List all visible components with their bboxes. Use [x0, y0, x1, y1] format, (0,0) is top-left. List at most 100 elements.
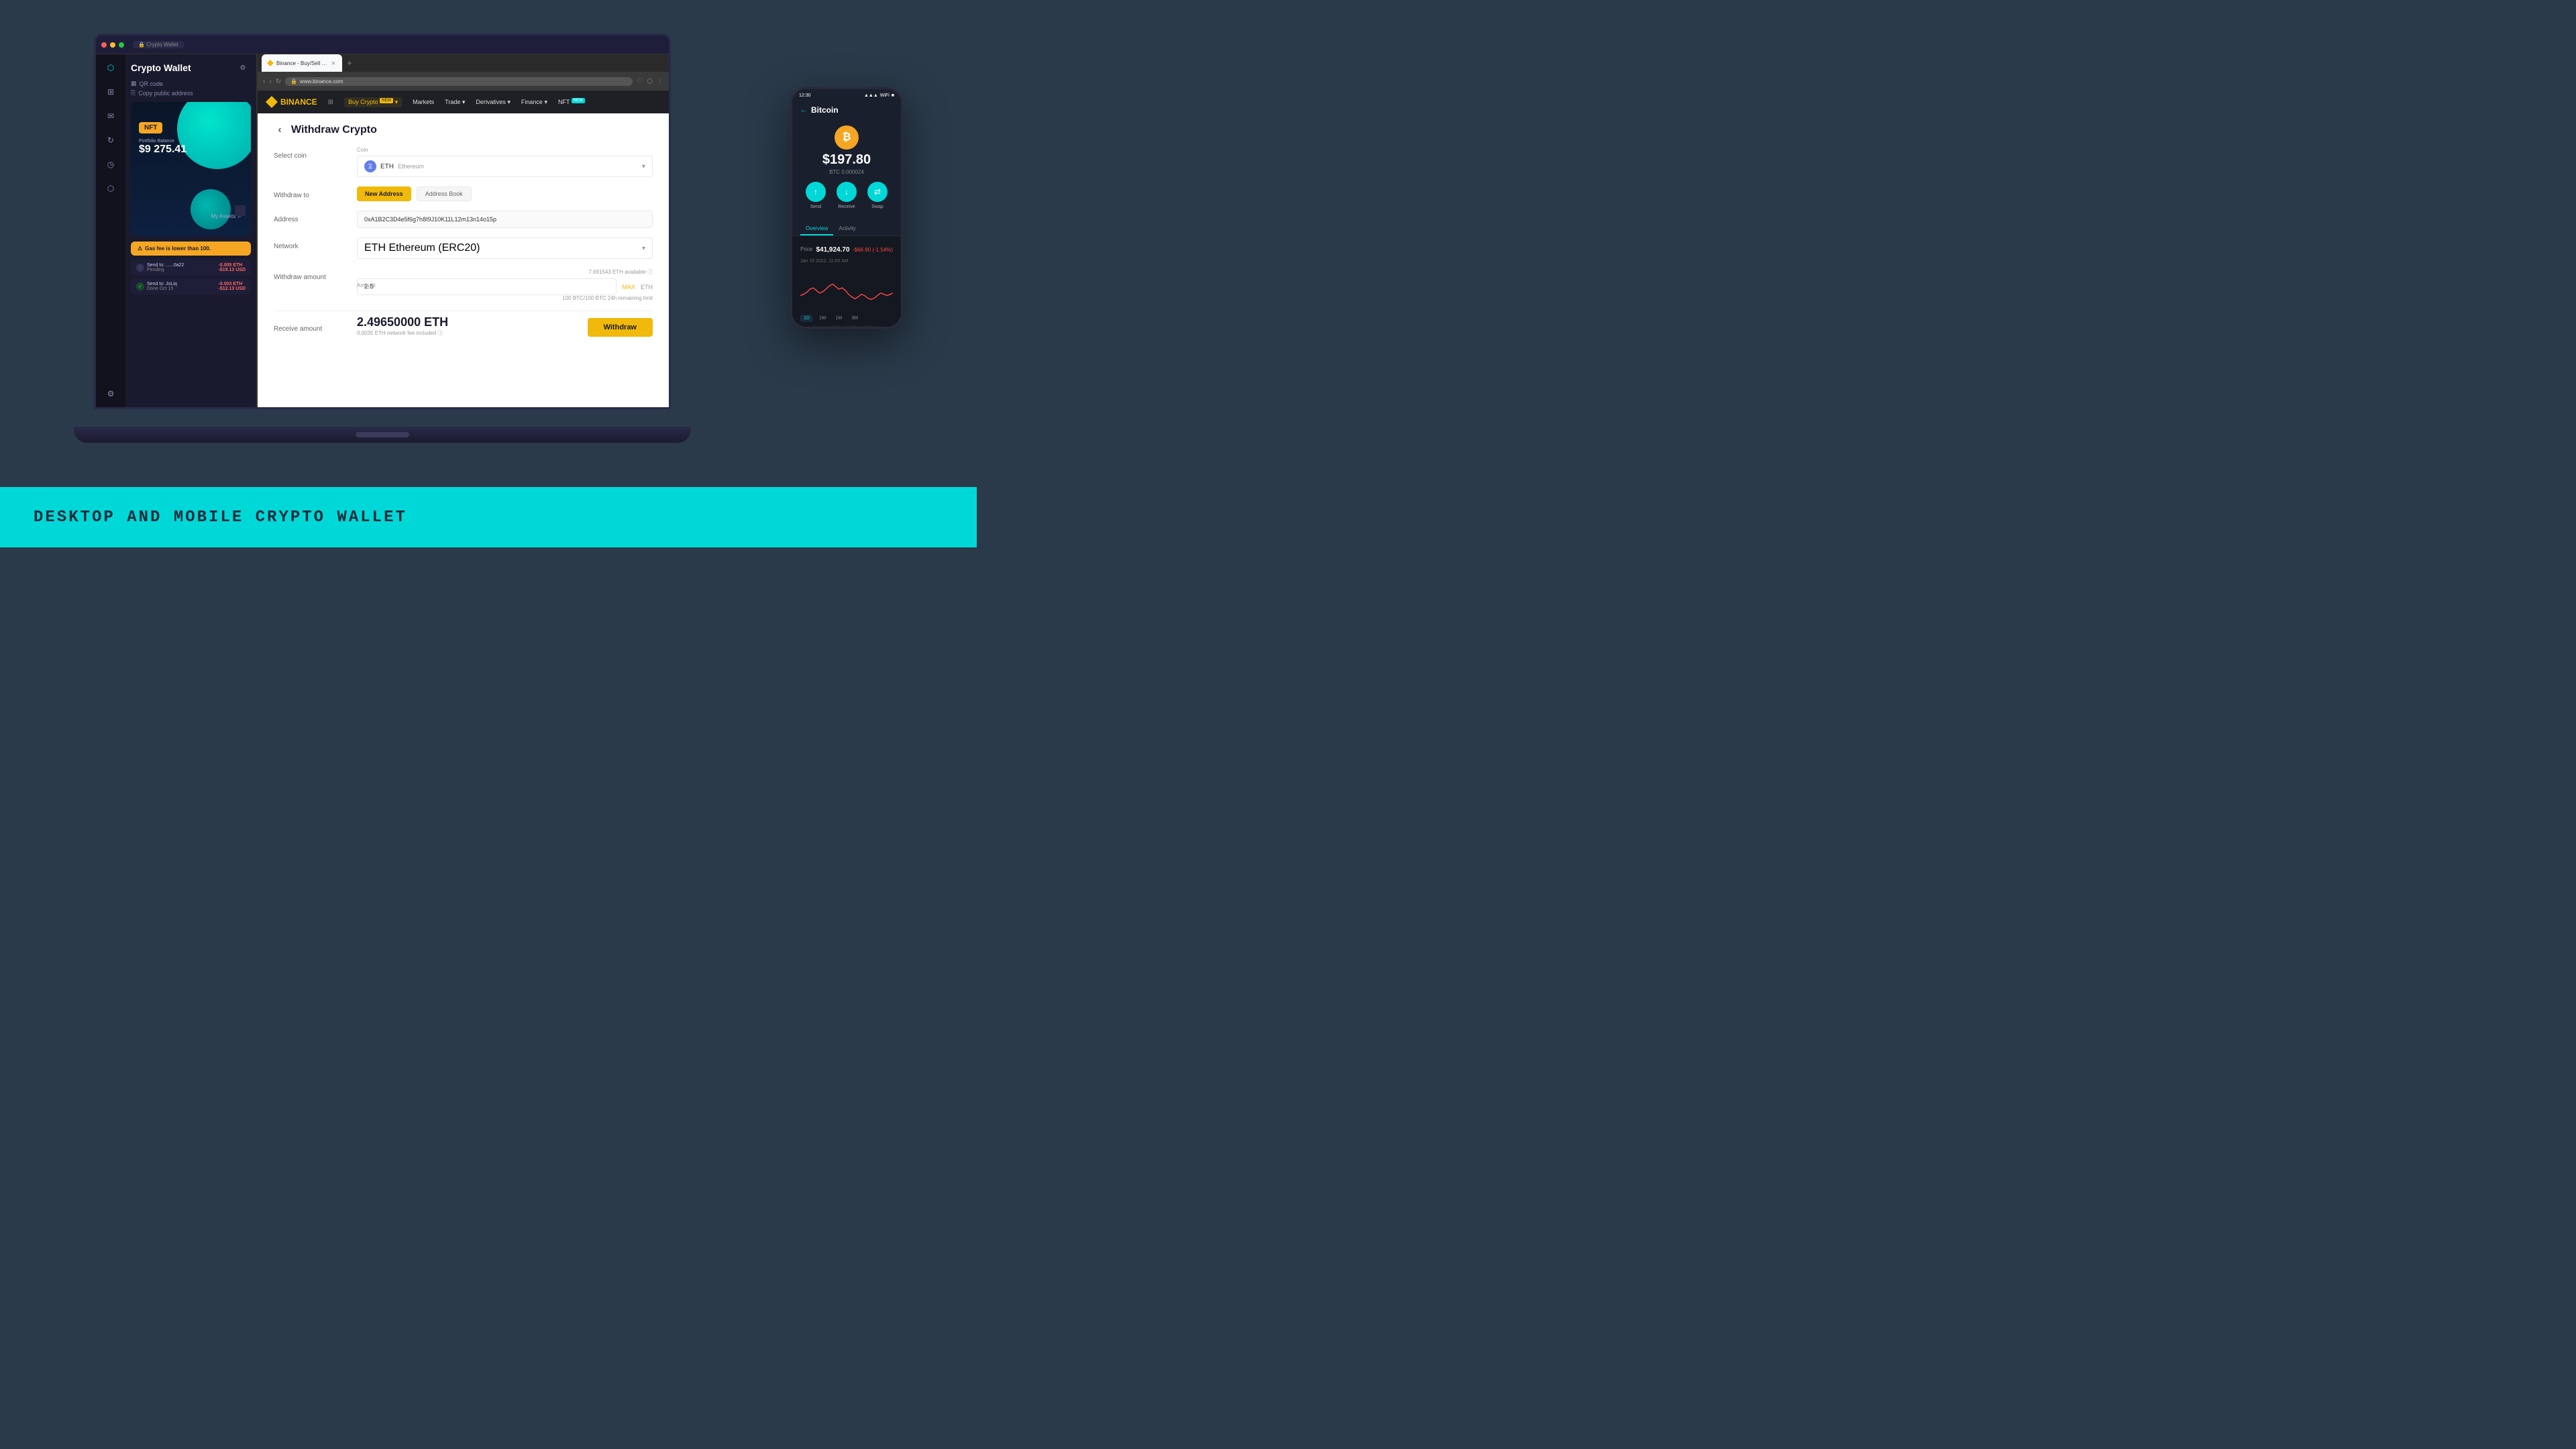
browser-nav-bar: ‹ › ↻ 🔒 www.binance.com ♡ ⬡ ⋮ [258, 72, 669, 91]
warning-icon: ⚠ [138, 246, 142, 252]
url-bar[interactable]: 🔒 www.binance.com [285, 77, 633, 86]
tx-row-1: ↑ Send to: ......0a22 Pending -0.005 ETH… [136, 263, 246, 272]
coin-chevron-icon: ▾ [642, 163, 645, 170]
nav-derivatives[interactable]: Derivatives ▾ [476, 99, 511, 106]
phone-content: Price $41,924.70 -$66.90 (-1.54%) Jan 15… [792, 236, 901, 329]
price-row: Price $41,924.70 -$66.90 (-1.54%) [800, 243, 893, 255]
swap-btn[interactable]: ⇄ [867, 182, 888, 202]
minimize-dot[interactable] [110, 42, 115, 48]
address-row: Address [274, 211, 653, 228]
binance-name: BINANCE [280, 97, 317, 107]
amount-currency: ETH [641, 284, 653, 290]
signal-icon: ▲▲▲ [864, 93, 878, 98]
expand-icon[interactable] [235, 205, 246, 216]
coin-info: Ξ ETH Ethereum [364, 160, 424, 172]
sidebar-icon-home[interactable]: ⬡ [103, 60, 119, 76]
menu-icon[interactable]: ⋮ [657, 78, 663, 85]
phone-send-action: ↑ Send [806, 182, 826, 209]
wallet-title: Crypto Wallet [131, 62, 191, 73]
binance-tab-bar: Binance - Buy/Sell Bitco... ✕ + [258, 54, 669, 72]
network-field: ETH Ethereum (ERC20) ▾ [357, 237, 653, 259]
withdraw-to-row: Withdraw to New Address Address Book [274, 186, 653, 201]
wallet-tab-label[interactable]: 🔒 Crypto Wallet [133, 41, 184, 48]
withdraw-amount-label: Withdraw amount [274, 268, 341, 301]
laptop-container: 🔒 Crypto Wallet ⬡ ⊞ ✉ ↻ ◷ ⬡ ⚙ [94, 34, 671, 443]
battery-icon: ■ [892, 93, 894, 98]
nav-forward-btn[interactable]: › [269, 78, 271, 85]
time-tab-1w[interactable]: 1W [816, 315, 830, 322]
tx-left-1: ↑ Send to: ......0a22 Pending [136, 263, 184, 272]
gas-warning: ⚠ Gas fee is lower than 100. [131, 241, 251, 256]
time-tab-1m[interactable]: 1M [832, 315, 845, 322]
wallet-settings-icon[interactable]: ⚙ [235, 60, 251, 76]
portfolio-label: Portfolio Balance [139, 139, 186, 144]
phone-swap-action: ⇄ Swap [867, 182, 888, 209]
bottom-banner: DESKTOP AND MOBILE CRYPTO WALLET [0, 487, 977, 547]
phone-header: ← Bitcoin [792, 101, 901, 120]
receive-btn[interactable]: ↓ [837, 182, 857, 202]
close-dot[interactable] [101, 42, 107, 48]
banner-text: DESKTOP AND MOBILE CRYPTO WALLET [34, 508, 407, 527]
mobile-phone: 12:30 ▲▲▲ WiFi ■ ← Bitcoin ₿ $197.80 BTC… [790, 87, 903, 329]
transaction-item-1: ↑ Send to: ......0a22 Pending -0.005 ETH… [131, 260, 251, 276]
coin-selector[interactable]: Ξ ETH Ethereum ▾ [357, 156, 653, 177]
tx-row-2: ✓ Send to: JoLiq Done Oct 15 -0.003 ETH … [136, 282, 246, 291]
nav-finance[interactable]: Finance ▾ [521, 99, 547, 106]
sidebar-icon-clock[interactable]: ◷ [103, 156, 119, 172]
network-selector[interactable]: ETH Ethereum (ERC20) ▾ [357, 237, 653, 259]
sidebar-icon-settings[interactable]: ⚙ [103, 386, 119, 402]
maximize-dot[interactable] [119, 42, 124, 48]
wifi-icon: WiFi [880, 93, 890, 98]
new-address-btn[interactable]: New Address [357, 186, 411, 201]
nav-trade[interactable]: Trade ▾ [445, 99, 465, 106]
withdraw-back-btn[interactable]: ‹ [274, 124, 286, 136]
nft-badge[interactable]: NFT [139, 122, 162, 133]
network-label: Network [274, 237, 341, 259]
address-book-btn[interactable]: Address Book [417, 186, 472, 201]
bookmark-icon[interactable]: ♡ [637, 78, 643, 85]
extensions-icon[interactable]: ⬡ [647, 78, 653, 85]
qr-code-item[interactable]: ▦ QR code [131, 80, 251, 87]
phone-receive-action: ↓ Receive [837, 182, 857, 209]
price-value: $41,924.70 [816, 246, 849, 254]
grid-icon[interactable]: ⊞ [328, 99, 333, 106]
tab-overview[interactable]: Overview [800, 223, 833, 235]
phone-back-btn[interactable]: ← [800, 107, 807, 114]
time-tab-3m[interactable]: 3M [848, 315, 861, 322]
copy-address-item[interactable]: ⎘ Copy public address [131, 89, 251, 97]
amount-input[interactable] [357, 278, 616, 295]
sidebar-icon-box[interactable]: ⬡ [103, 180, 119, 197]
nav-back-btn[interactable]: ‹ [263, 78, 265, 85]
binance-tab[interactable]: Binance - Buy/Sell Bitco... ✕ [262, 54, 342, 72]
new-tab-btn[interactable]: + [343, 57, 356, 69]
phone-status-bar: 12:30 ▲▲▲ WiFi ■ [792, 89, 901, 101]
select-coin-row: Select coin Coin Ξ ETH Ethereum ▾ [274, 147, 653, 177]
wallet-menu-items: ▦ QR code ⎘ Copy public address [131, 80, 251, 97]
amount-section: Amount MAX ETH [357, 278, 653, 295]
phone-title: Bitcoin [811, 105, 839, 115]
wallet-panel: Crypto Wallet ⚙ ▦ QR code ⎘ Copy public … [125, 54, 256, 407]
browser-chrome: 🔒 Crypto Wallet [96, 36, 669, 54]
tx-info-1: Send to: ......0a22 Pending [147, 263, 184, 272]
receive-amount-row: Receive amount 2.49650000 ETH 0.0035 ETH… [274, 315, 653, 337]
tab-activity[interactable]: Activity [833, 223, 861, 235]
nav-markets[interactable]: Markets [413, 99, 434, 105]
receive-amount-label: Receive amount [274, 320, 341, 333]
lock-icon: 🔒 [290, 78, 297, 85]
send-btn[interactable]: ↑ [806, 182, 826, 202]
nav-buy-crypto[interactable]: Buy Crypto NEW ▾ [344, 97, 402, 107]
max-btn[interactable]: MAX [622, 284, 635, 290]
receive-amount: 2.49650000 ETH [357, 315, 448, 329]
nav-refresh-btn[interactable]: ↻ [276, 78, 281, 85]
price-values: $41,924.70 -$66.90 (-1.54%) [816, 243, 893, 255]
status-icons: ▲▲▲ WiFi ■ [864, 93, 894, 98]
sidebar-icon-refresh[interactable]: ↻ [103, 132, 119, 148]
withdraw-button[interactable]: Withdraw [588, 318, 653, 337]
qr-icon: ▦ [131, 80, 137, 87]
time-tab-1d[interactable]: 1D [800, 315, 813, 322]
address-input[interactable] [357, 211, 653, 228]
nav-nft[interactable]: NFT NEW [558, 99, 585, 105]
sidebar-icon-message[interactable]: ✉ [103, 108, 119, 124]
sidebar-icon-grid[interactable]: ⊞ [103, 84, 119, 100]
tab-close-btn[interactable]: ✕ [330, 60, 337, 66]
